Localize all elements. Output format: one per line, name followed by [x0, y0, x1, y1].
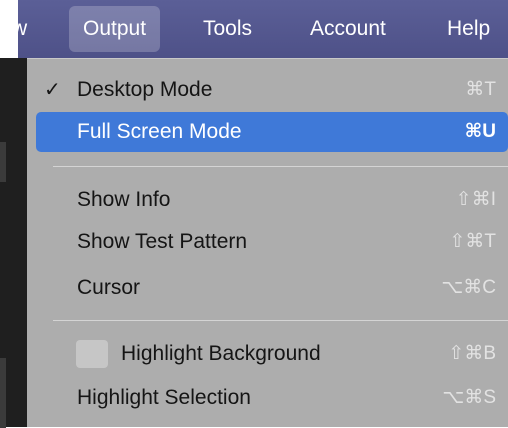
menu-item-shortcut: ⌥⌘S	[442, 387, 496, 408]
background-window-detail	[0, 142, 6, 182]
menu-item-highlight-selection[interactable]: Highlight Selection ⌥⌘S	[27, 378, 508, 418]
menu-bar-item-help[interactable]: Help	[447, 0, 490, 58]
menu-separator	[53, 320, 508, 321]
menu-item-shortcut: ⇧⌘I	[455, 189, 496, 210]
menu-item-label: Show Info	[77, 188, 171, 211]
menu-bar-item-account[interactable]: Account	[310, 0, 386, 58]
menu-item-highlight-background[interactable]: Highlight Background ⇧⌘B	[27, 334, 508, 374]
menu-item-label: Highlight Background	[121, 342, 321, 365]
color-swatch-icon	[76, 340, 108, 368]
menu-item-label: Desktop Mode	[77, 78, 213, 101]
menu-item-show-test-pattern[interactable]: Show Test Pattern ⇧⌘T	[27, 222, 508, 262]
menu-bar-item-view[interactable]: w	[12, 0, 27, 58]
menu-item-full-screen-mode[interactable]: Full Screen Mode ⌘U	[36, 112, 508, 152]
menu-item-cursor[interactable]: Cursor ⌥⌘C	[27, 268, 508, 308]
output-dropdown-menu: ✓ Desktop Mode ⌘T Full Screen Mode ⌘U Sh…	[27, 58, 508, 427]
menu-item-label: Full Screen Mode	[77, 120, 242, 143]
menu-item-desktop-mode[interactable]: ✓ Desktop Mode ⌘T	[27, 70, 508, 110]
menu-bar: w Output Tools Account Help	[12, 0, 508, 58]
menu-item-shortcut: ⇧⌘T	[449, 231, 496, 252]
menu-item-label: Highlight Selection	[77, 386, 251, 409]
menu-item-shortcut: ⇧⌘B	[448, 343, 496, 364]
menu-item-shortcut: ⌘T	[465, 79, 496, 100]
menu-bar-item-output[interactable]: Output	[69, 6, 161, 52]
menu-item-label: Cursor	[77, 276, 141, 299]
menu-item-label: Show Test Pattern	[77, 230, 248, 253]
background-window-strip	[0, 58, 27, 428]
menu-bar-item-tools[interactable]: Tools	[203, 0, 252, 58]
background-window-detail	[0, 358, 6, 428]
menu-item-shortcut: ⌘U	[464, 121, 496, 142]
menu-item-show-info[interactable]: Show Info ⇧⌘I	[27, 180, 508, 220]
menu-separator	[53, 166, 508, 167]
menu-item-shortcut: ⌥⌘C	[441, 277, 496, 298]
checkmark-icon: ✓	[44, 79, 61, 101]
